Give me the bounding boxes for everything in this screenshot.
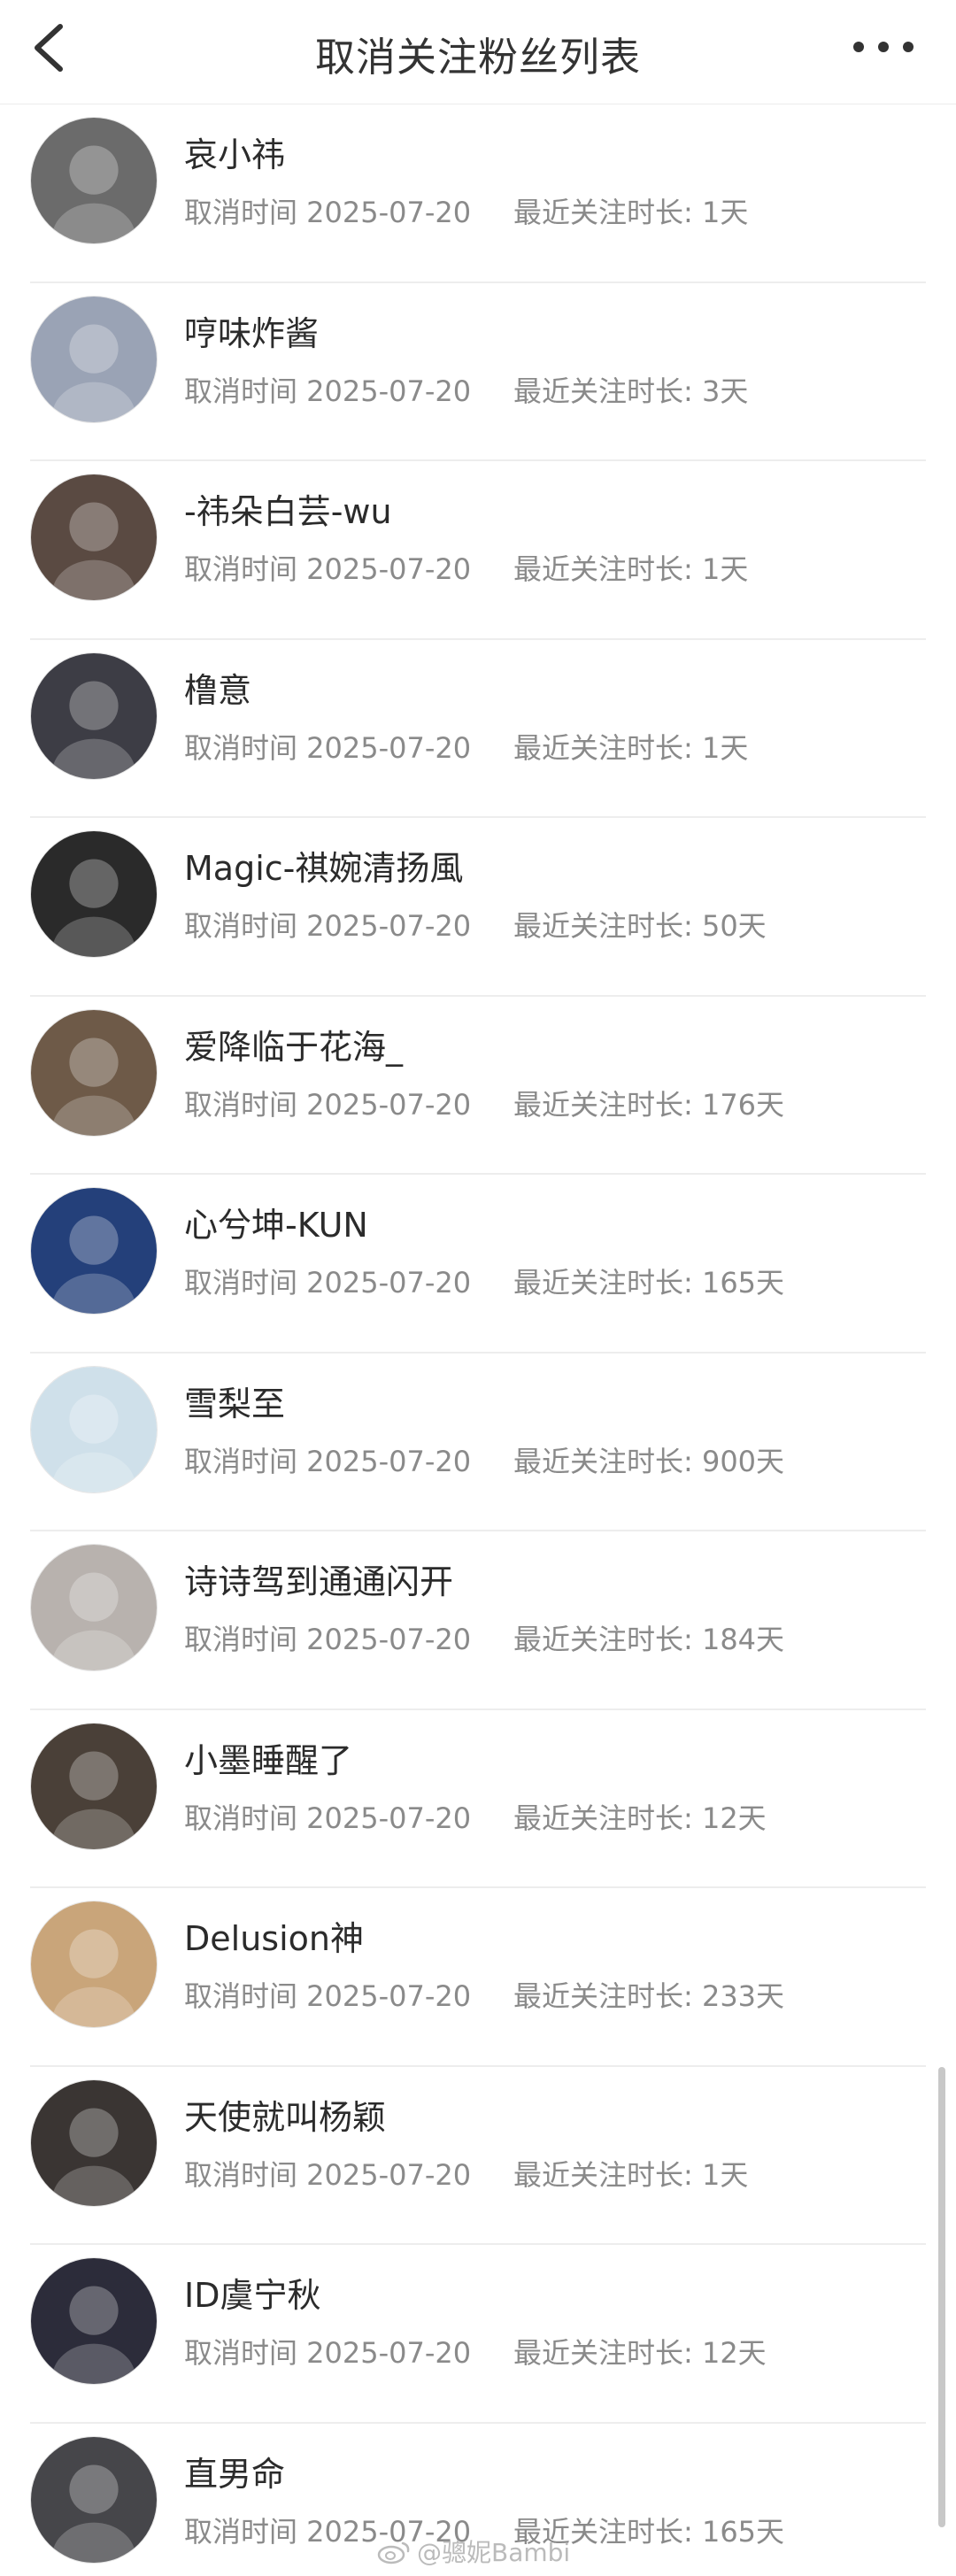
avatar[interactable]: [30, 1722, 158, 1850]
follow-duration: 最近关注时长: 900天: [513, 1444, 785, 1478]
avatar[interactable]: [30, 1187, 158, 1315]
fan-name[interactable]: Delusion神: [184, 1911, 364, 1960]
unfollow-time: 取消时间 2025-07-20: [184, 1623, 472, 1656]
avatar[interactable]: [30, 1008, 158, 1137]
follow-duration: 最近关注时长: 233天: [513, 1979, 785, 2013]
follow-duration: 最近关注时长: 184天: [513, 1623, 785, 1656]
fan-name[interactable]: 哼味炸酱: [184, 306, 319, 355]
unfollow-time: 取消时间 2025-07-20: [184, 2157, 472, 2192]
avatar[interactable]: [30, 2435, 158, 2564]
fan-list-item[interactable]: Magic-祺婉清扬風取消时间 2025-07-20 最近关注时长: 50天: [0, 818, 956, 997]
follow-duration: 最近关注时长: 165天: [513, 1266, 785, 1300]
unfollow-time: 取消时间 2025-07-20: [184, 1979, 472, 2013]
fan-name[interactable]: 橹意: [184, 663, 251, 712]
unfollow-time: 取消时间 2025-07-20: [184, 1444, 472, 1478]
fan-list-item[interactable]: 天使就叫杨颖取消时间 2025-07-20 最近关注时长: 1天: [0, 2067, 956, 2245]
unfollow-time: 取消时间 2025-07-20: [184, 552, 472, 586]
avatar-image: [31, 2079, 157, 2206]
fan-name[interactable]: -祎朵白芸-wu: [184, 484, 392, 533]
fan-name[interactable]: 直男命: [184, 2447, 285, 2495]
fan-list-item[interactable]: 哀小祎取消时间 2025-07-20 最近关注时长: 1天: [0, 104, 956, 283]
more-dots-icon: [853, 42, 914, 52]
weibo-logo-icon: [377, 2541, 410, 2564]
scrollbar[interactable]: [938, 2067, 945, 2527]
fan-name[interactable]: ID虞宁秋: [184, 2268, 320, 2317]
follow-duration: 最近关注时长: 50天: [513, 909, 767, 943]
fan-list-item[interactable]: ID虞宁秋取消时间 2025-07-20 最近关注时长: 12天: [0, 2245, 956, 2424]
top-nav-bar: 取消关注粉丝列表: [0, 0, 956, 104]
avatar-image: [31, 1366, 157, 1492]
fan-name[interactable]: 哀小祎: [184, 127, 285, 176]
follow-duration: 最近关注时长: 12天: [513, 1801, 767, 1835]
fan-list-item[interactable]: 诗诗驾到通通闪开取消时间 2025-07-20 最近关注时长: 184天: [0, 1531, 956, 1710]
avatar-image: [31, 1901, 157, 2027]
avatar[interactable]: [30, 2257, 158, 2385]
unfollow-time: 取消时间 2025-07-20: [184, 909, 472, 943]
unfollow-time: 取消时间 2025-07-20: [184, 730, 472, 765]
avatar[interactable]: [30, 652, 158, 780]
fan-name[interactable]: 雪梨至: [184, 1377, 285, 1425]
fan-name[interactable]: 爱降临于花海_: [184, 1020, 403, 1068]
fan-list-item[interactable]: 哼味炸酱取消时间 2025-07-20 最近关注时长: 3天: [0, 283, 956, 461]
follow-duration: 最近关注时长: 1天: [513, 2157, 749, 2192]
page-title: 取消关注粉丝列表: [314, 34, 641, 81]
more-options-button[interactable]: [850, 25, 921, 69]
fan-list-item[interactable]: 橹意取消时间 2025-07-20 最近关注时长: 1天: [0, 640, 956, 818]
follow-duration: 最近关注时长: 1天: [513, 196, 749, 229]
follow-duration: 最近关注时长: 3天: [513, 374, 749, 408]
avatar-image: [31, 1545, 157, 1670]
follow-duration: 最近关注时长: 1天: [513, 730, 749, 765]
follow-duration: 最近关注时长: 12天: [513, 2336, 767, 2370]
avatar[interactable]: [30, 1544, 158, 1671]
avatar[interactable]: [30, 830, 158, 958]
avatar[interactable]: [30, 2079, 158, 2207]
avatar-image: [31, 118, 157, 243]
watermark: @骢妮Bambi: [376, 2534, 570, 2569]
avatar-image: [31, 296, 157, 422]
avatar[interactable]: [30, 1901, 158, 2028]
follow-duration: 最近关注时长: 1天: [513, 552, 749, 586]
avatar-image: [31, 1188, 157, 1314]
unfollow-time: 取消时间 2025-07-20: [184, 1266, 472, 1300]
fan-list-item[interactable]: -祎朵白芸-wu 取消时间 2025-07-20 最近关注时长: 1天: [0, 461, 956, 640]
follow-duration: 最近关注时长: 176天: [513, 1087, 785, 1122]
fan-list-item[interactable]: 小墨睡醒了取消时间 2025-07-20 最近关注时长: 12天: [0, 1710, 956, 1888]
avatar-image: [31, 474, 157, 600]
avatar[interactable]: [30, 117, 158, 244]
avatar[interactable]: [30, 295, 158, 423]
unfollow-time: 取消时间 2025-07-20: [184, 2336, 472, 2370]
avatar-image: [31, 831, 157, 957]
unfollow-time: 取消时间 2025-07-20: [184, 1801, 472, 1835]
avatar-image: [31, 2258, 157, 2384]
fan-list-item[interactable]: Delusion神取消时间 2025-07-20 最近关注时长: 233天: [0, 1888, 956, 2067]
fan-name[interactable]: Magic-祺婉清扬風: [184, 841, 463, 890]
watermark-text: @骢妮Bambi: [417, 2538, 571, 2567]
avatar-image: [31, 1723, 157, 1849]
unfollow-time: 取消时间 2025-07-20: [184, 1087, 472, 1122]
avatar[interactable]: [30, 474, 158, 601]
avatar[interactable]: [30, 1365, 158, 1493]
fan-name[interactable]: 诗诗驾到通通闪开: [184, 1554, 453, 1603]
unfollow-time: 取消时间 2025-07-20: [184, 196, 472, 229]
avatar-image: [31, 1009, 157, 1136]
unfollowed-fans-list: 哀小祎 取消时间 2025-07-20 最近关注时长: 1天 哼味炸酱 取消时间 202…: [0, 104, 956, 2576]
fan-list-item[interactable]: 心兮坤-KUN 取消时间 2025-07-20 最近关注时长: 165天: [0, 1175, 956, 1354]
fan-list-item[interactable]: 雪梨至取消时间 2025-07-20 最近关注时长: 900天: [0, 1354, 956, 1531]
unfollow-time: 取消时间 2025-07-20: [184, 374, 472, 408]
avatar-image: [31, 652, 157, 779]
fan-list-item[interactable]: 爱降临于花海_ 取消时间 2025-07-20 最近关注时长: 176天: [0, 997, 956, 1175]
fan-name[interactable]: 小墨睡醒了: [184, 1733, 352, 1782]
fan-name[interactable]: 天使就叫杨颖: [184, 2090, 386, 2139]
fan-name[interactable]: 心兮坤-KUN: [184, 1198, 368, 1246]
avatar-image: [31, 2436, 157, 2563]
